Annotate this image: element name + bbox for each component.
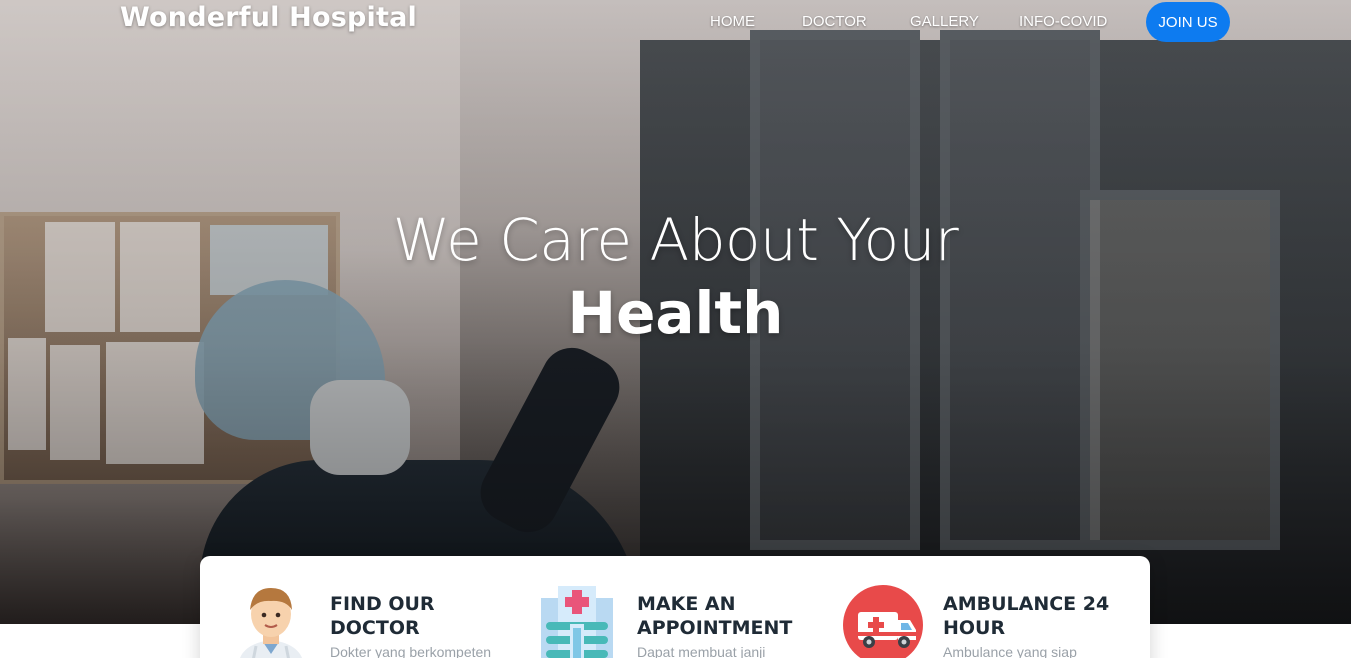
hero-headline: We Care About Your Health (0, 205, 1351, 351)
feature-description: Ambulance yang siap (943, 644, 1077, 658)
doctor-icon (230, 584, 312, 658)
hospital-building-icon (536, 584, 618, 658)
feature-appointment[interactable]: MAKE AN APPOINTMENT Dapat membuat janji (536, 556, 826, 658)
feature-find-doctor[interactable]: FIND OUR DOCTOR Dokter yang berkompeten (230, 556, 520, 658)
feature-description: Dapat membuat janji (637, 644, 766, 658)
feature-title: MAKE AN APPOINTMENT (637, 593, 793, 639)
hero-title-line1: We Care About Your (392, 206, 959, 274)
nav-info-covid[interactable]: INFO-COVID (1019, 13, 1107, 30)
nav-gallery[interactable]: GALLERY (910, 13, 979, 30)
feature-description: Dokter yang berkompeten (330, 644, 492, 658)
nav-doctor[interactable]: DOCTOR (802, 13, 867, 30)
main-nav: HOME DOCTOR GALLERY INFO-COVID JOIN US (0, 0, 1351, 44)
nav-home[interactable]: HOME (710, 13, 755, 30)
ambulance-icon (842, 584, 924, 658)
hero-title-line2: Health (567, 279, 784, 347)
features-card: FIND OUR DOCTOR Dokter yang berkompeten … (200, 556, 1150, 658)
feature-title: AMBULANCE 24 HOUR (943, 593, 1110, 639)
feature-ambulance[interactable]: AMBULANCE 24 HOUR Ambulance yang siap (842, 556, 1132, 658)
join-us-button[interactable]: JOIN US (1146, 2, 1230, 42)
feature-title: FIND OUR DOCTOR (330, 593, 435, 639)
